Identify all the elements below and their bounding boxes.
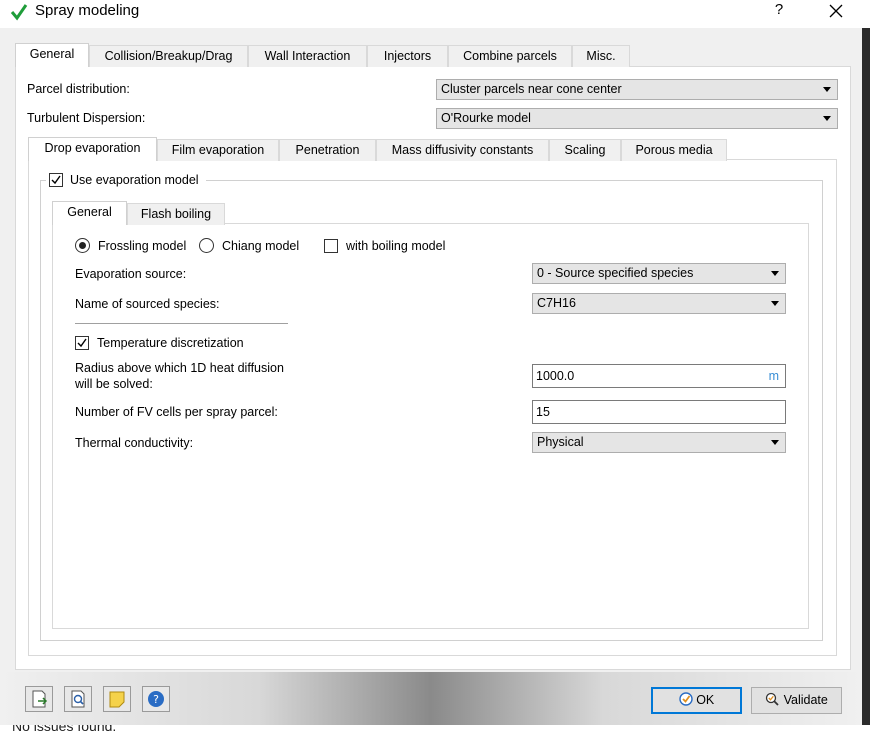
- chevron-down-icon: [771, 301, 779, 306]
- svg-text:?: ?: [153, 693, 159, 706]
- fv-cells-value: 15: [536, 405, 550, 419]
- tab-penetration[interactable]: Penetration: [279, 139, 376, 161]
- radio-dot: [79, 242, 86, 249]
- chevron-down-icon: [771, 440, 779, 445]
- turbulent-dispersion-select[interactable]: O'Rourke model: [436, 108, 838, 129]
- radius-input[interactable]: 1000.0 m: [532, 364, 786, 388]
- validate-button[interactable]: Validate: [751, 687, 842, 714]
- radius-label-line1: Radius above which 1D heat diffusion: [75, 361, 284, 375]
- thermal-conductivity-value: Physical: [537, 435, 584, 449]
- tab-scaling[interactable]: Scaling: [549, 139, 621, 161]
- use-evaporation-label: Use evaporation model: [70, 173, 199, 187]
- ok-button[interactable]: OK: [651, 687, 742, 714]
- checkmark-icon: [77, 338, 87, 348]
- tab-drop-evaporation[interactable]: Drop evaporation: [28, 137, 157, 161]
- sourced-species-label: Name of sourced species:: [75, 297, 220, 311]
- tab-injectors[interactable]: Injectors: [367, 45, 448, 67]
- temperature-discretization-label: Temperature discretization: [97, 336, 244, 350]
- help-button[interactable]: ?: [768, 1, 790, 23]
- tab-film-evaporation[interactable]: Film evaporation: [157, 139, 279, 161]
- help-icon: ?: [148, 691, 164, 707]
- check-circle-icon: [679, 692, 693, 706]
- close-icon[interactable]: [822, 0, 850, 24]
- use-evaporation-checkbox[interactable]: [49, 173, 63, 187]
- radius-value: 1000.0: [536, 369, 575, 383]
- help-tool-button[interactable]: ?: [142, 686, 170, 712]
- sticky-note-icon: [109, 691, 125, 708]
- evaporation-source-value: 0 - Source specified species: [537, 266, 694, 280]
- radius-label-line2: will be solved:: [75, 377, 153, 391]
- sourced-species-value: C7H16: [537, 296, 576, 310]
- export-icon: [32, 690, 48, 708]
- document-search-icon: [71, 690, 85, 708]
- tab-flash-boiling[interactable]: Flash boiling: [127, 203, 225, 225]
- window-edge: [862, 28, 870, 736]
- chiang-label: Chiang model: [222, 239, 300, 253]
- evaporation-source-select[interactable]: 0 - Source specified species: [532, 263, 786, 284]
- validate-label: Validate: [783, 693, 828, 707]
- tab-misc[interactable]: Misc.: [572, 45, 630, 67]
- frossling-radio[interactable]: [75, 238, 90, 253]
- section-divider: [75, 323, 288, 324]
- fv-cells-label: Number of FV cells per spray parcel:: [75, 405, 278, 419]
- parcel-distribution-value: Cluster parcels near cone center: [441, 82, 622, 96]
- sourced-species-select[interactable]: C7H16: [532, 293, 786, 314]
- preview-button[interactable]: [64, 686, 92, 712]
- validate-icon: [765, 692, 779, 706]
- boiling-model-label: with boiling model: [346, 239, 446, 253]
- chevron-down-icon: [771, 271, 779, 276]
- window-title: Spray modeling: [35, 2, 140, 19]
- note-button[interactable]: [103, 686, 131, 712]
- background-status: No issues found.: [0, 725, 870, 736]
- chiang-radio[interactable]: [199, 238, 214, 253]
- boiling-model-checkbox[interactable]: [324, 239, 338, 253]
- thermal-conductivity-label: Thermal conductivity:: [75, 436, 194, 450]
- parcel-distribution-select[interactable]: Cluster parcels near cone center: [436, 79, 838, 100]
- evaporation-source-label: Evaporation source:: [75, 267, 187, 281]
- tab-inner-general[interactable]: General: [52, 201, 127, 225]
- background-status-text: No issues found.: [12, 725, 117, 734]
- export-button[interactable]: [25, 686, 53, 712]
- tab-porous-media[interactable]: Porous media: [621, 139, 727, 161]
- tab-combine-parcels[interactable]: Combine parcels: [448, 45, 572, 67]
- turbulent-dispersion-label: Turbulent Dispersion:: [27, 111, 146, 125]
- turbulent-dispersion-value: O'Rourke model: [441, 111, 531, 125]
- thermal-conductivity-select[interactable]: Physical: [532, 432, 786, 453]
- radius-unit: m: [768, 369, 779, 383]
- ok-label: OK: [696, 693, 715, 707]
- tab-mass-diffusivity-constants[interactable]: Mass diffusivity constants: [376, 139, 549, 161]
- tab-wall-interaction[interactable]: Wall Interaction: [248, 45, 367, 67]
- chevron-down-icon: [823, 87, 831, 92]
- tab-collision-breakup-drag[interactable]: Collision/Breakup/Drag: [89, 45, 248, 67]
- fv-cells-input[interactable]: 15: [532, 400, 786, 424]
- checkmark-icon: [51, 175, 61, 185]
- chevron-down-icon: [823, 116, 831, 121]
- temperature-discretization-checkbox[interactable]: [75, 336, 89, 350]
- tab-general[interactable]: General: [15, 43, 89, 67]
- parcel-distribution-label: Parcel distribution:: [27, 82, 130, 96]
- frossling-label: Frossling model: [98, 239, 187, 253]
- checkmark-icon: [10, 4, 28, 21]
